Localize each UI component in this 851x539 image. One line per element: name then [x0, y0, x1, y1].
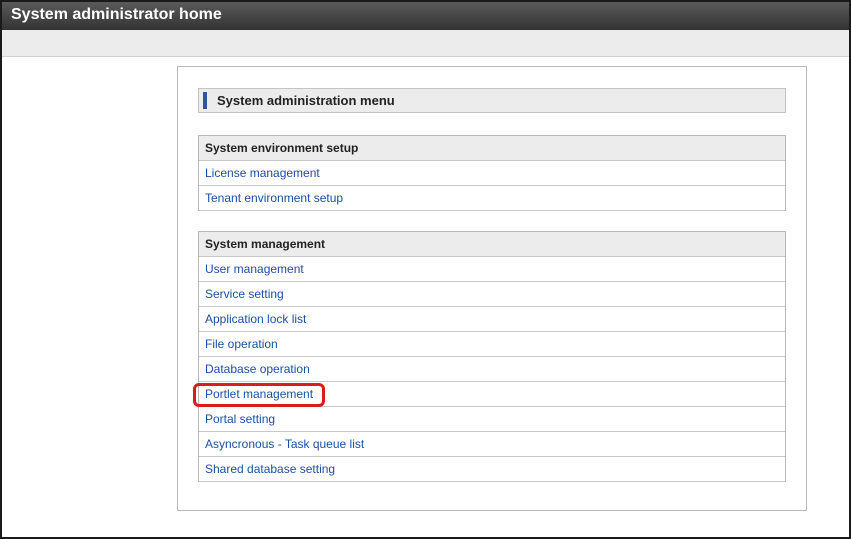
admin-menu-panel: System administration menu System enviro…	[177, 66, 807, 511]
section-header: System environment setup	[199, 136, 785, 161]
list-item: User management	[199, 257, 785, 282]
list-item: Asyncronous - Task queue list	[199, 432, 785, 457]
user-management-link[interactable]: User management	[205, 262, 304, 276]
portlet-management-link[interactable]: Portlet management	[205, 387, 313, 401]
tenant-environment-setup-link[interactable]: Tenant environment setup	[205, 191, 343, 205]
license-management-link[interactable]: License management	[205, 166, 320, 180]
file-operation-link[interactable]: File operation	[205, 337, 278, 351]
portal-setting-link[interactable]: Portal setting	[205, 412, 275, 426]
list-item: Portlet management	[193, 382, 785, 407]
service-setting-link[interactable]: Service setting	[205, 287, 284, 301]
shared-database-setting-link[interactable]: Shared database setting	[205, 462, 335, 476]
list-item: Service setting	[199, 282, 785, 307]
section-header: System management	[199, 232, 785, 257]
list-item: Shared database setting	[199, 457, 785, 482]
list-item: File operation	[199, 332, 785, 357]
toolbar	[2, 30, 849, 57]
menu-heading: System administration menu	[198, 88, 786, 113]
window-title: System administrator home	[2, 2, 849, 30]
list-item: Database operation	[199, 357, 785, 382]
task-queue-list-link[interactable]: Asyncronous - Task queue list	[205, 437, 364, 451]
menu-heading-text: System administration menu	[217, 93, 395, 108]
database-operation-link[interactable]: Database operation	[205, 362, 310, 376]
section-system-management: System management User management Servic…	[193, 231, 786, 482]
section-system-environment-setup: System environment setup License managem…	[198, 135, 786, 211]
heading-accent-bar	[203, 92, 207, 109]
application-lock-list-link[interactable]: Application lock list	[205, 312, 306, 326]
list-item: Application lock list	[199, 307, 785, 332]
app-window: System administrator home System adminis…	[0, 0, 851, 539]
list-item: License management	[199, 161, 785, 186]
list-item: Tenant environment setup	[199, 186, 785, 211]
list-item: Portal setting	[199, 407, 785, 432]
